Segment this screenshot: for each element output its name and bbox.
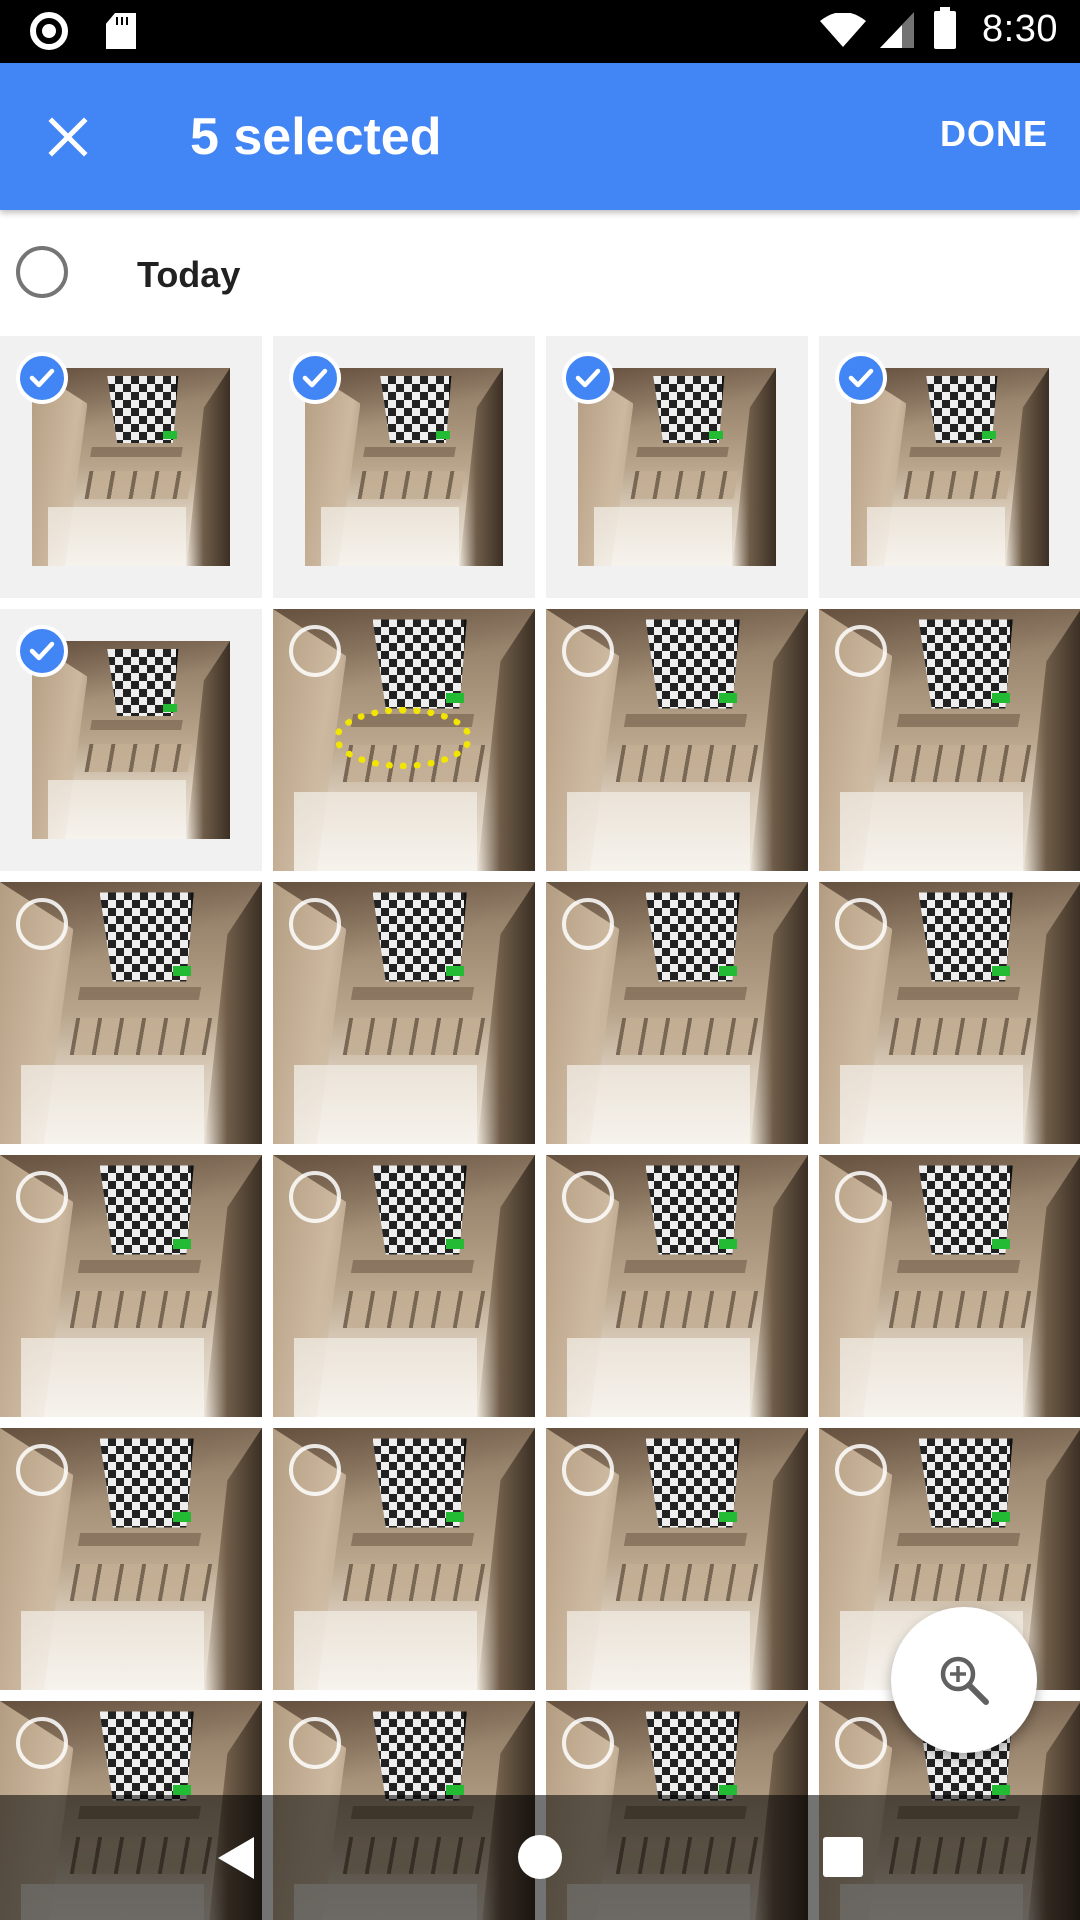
photo-tile[interactable]	[546, 609, 808, 871]
unchecked-circle-icon[interactable]	[835, 625, 887, 677]
section-header: Today	[0, 210, 1080, 336]
unchecked-circle-icon[interactable]	[16, 1717, 68, 1769]
section-title: Today	[137, 254, 241, 295]
selection-count-title: 5 selected	[190, 108, 442, 166]
unchecked-circle-icon[interactable]	[835, 1171, 887, 1223]
done-button[interactable]: DONE	[940, 113, 1048, 155]
checked-icon[interactable]	[16, 352, 68, 404]
checked-icon[interactable]	[289, 352, 341, 404]
unchecked-circle-icon[interactable]	[289, 1717, 341, 1769]
checked-icon[interactable]	[835, 352, 887, 404]
recents-icon[interactable]	[823, 1837, 863, 1877]
unchecked-circle-icon[interactable]	[289, 1444, 341, 1496]
unchecked-circle-icon[interactable]	[289, 898, 341, 950]
wifi-icon	[820, 12, 867, 47]
close-button[interactable]	[36, 105, 100, 169]
cell-signal-icon	[880, 11, 915, 48]
photo-tile[interactable]	[273, 1428, 535, 1690]
unchecked-circle-icon[interactable]	[16, 1171, 68, 1223]
photo-tile[interactable]	[0, 1428, 262, 1690]
zoom-in-icon	[940, 1656, 989, 1705]
unchecked-circle-icon[interactable]	[289, 625, 341, 677]
unchecked-circle-icon[interactable]	[16, 1444, 68, 1496]
zoom-button[interactable]	[891, 1607, 1037, 1753]
photo-tile[interactable]	[273, 1155, 535, 1417]
photo-tile[interactable]	[546, 336, 808, 598]
back-icon[interactable]	[214, 1835, 260, 1881]
sd-card-icon	[106, 13, 136, 49]
photo-tile[interactable]	[0, 882, 262, 1144]
unchecked-circle-icon[interactable]	[562, 1171, 614, 1223]
clock: 8:30	[982, 8, 1058, 50]
record-icon	[30, 12, 68, 50]
home-icon[interactable]	[518, 1835, 562, 1879]
photo-tile[interactable]	[546, 882, 808, 1144]
unchecked-circle-icon[interactable]	[835, 898, 887, 950]
select-all-today-checkbox[interactable]	[16, 246, 68, 298]
battery-icon	[934, 6, 957, 49]
photo-tile[interactable]	[0, 609, 262, 871]
navigation-bar	[0, 1795, 1080, 1920]
unchecked-circle-icon[interactable]	[835, 1444, 887, 1496]
checked-icon[interactable]	[16, 625, 68, 677]
unchecked-circle-icon[interactable]	[562, 898, 614, 950]
unchecked-circle-icon[interactable]	[562, 625, 614, 677]
photo-thumbnail	[305, 368, 503, 566]
photo-tile[interactable]	[819, 609, 1080, 871]
close-icon	[48, 117, 88, 157]
unchecked-circle-icon[interactable]	[289, 1171, 341, 1223]
photo-tile[interactable]	[273, 609, 535, 871]
checked-icon[interactable]	[562, 352, 614, 404]
photo-tile[interactable]	[819, 1155, 1080, 1417]
unchecked-circle-icon[interactable]	[835, 1717, 887, 1769]
status-bar: 8:30	[0, 0, 1080, 63]
photo-tile[interactable]	[0, 336, 262, 598]
photo-tile[interactable]	[546, 1155, 808, 1417]
unchecked-circle-icon[interactable]	[16, 898, 68, 950]
unchecked-circle-icon[interactable]	[562, 1444, 614, 1496]
photo-tile[interactable]	[546, 1428, 808, 1690]
photo-thumbnail	[578, 368, 776, 566]
photo-thumbnail	[32, 641, 230, 839]
app-bar: 5 selected DONE	[0, 63, 1080, 210]
photo-thumbnail	[851, 368, 1049, 566]
photo-thumbnail	[32, 368, 230, 566]
photo-tile[interactable]	[819, 882, 1080, 1144]
photo-tile[interactable]	[273, 336, 535, 598]
photo-tile[interactable]	[0, 1155, 262, 1417]
unchecked-circle-icon[interactable]	[562, 1717, 614, 1769]
photo-tile[interactable]	[273, 882, 535, 1144]
photo-tile[interactable]	[819, 336, 1080, 598]
